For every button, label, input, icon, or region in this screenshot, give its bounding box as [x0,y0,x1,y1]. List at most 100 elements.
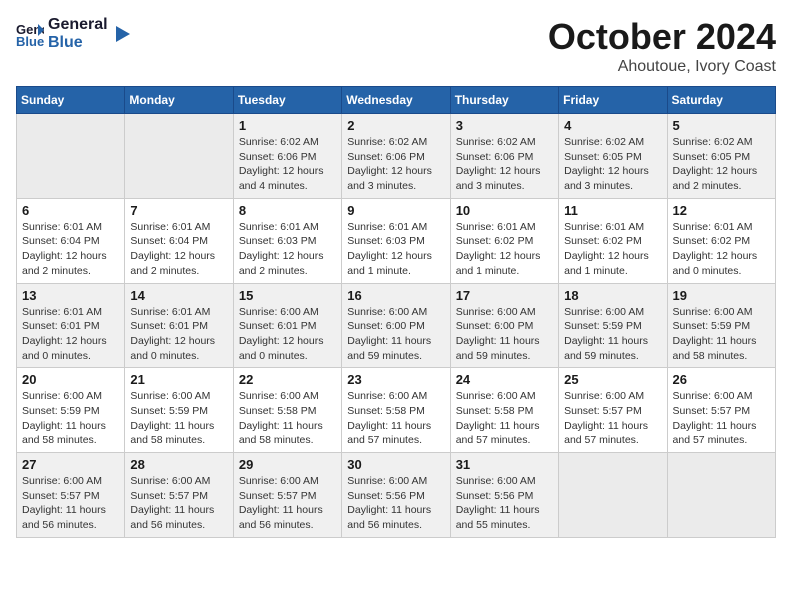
page-header: General Blue General Blue October 2024 A… [16,16,776,76]
day-detail: Sunrise: 6:01 AM Sunset: 6:03 PM Dayligh… [239,220,336,279]
header-cell-thursday: Thursday [450,87,558,114]
day-detail: Sunrise: 6:01 AM Sunset: 6:02 PM Dayligh… [456,220,553,279]
day-number: 10 [456,203,553,218]
day-number: 2 [347,118,444,133]
calendar-cell [559,453,667,538]
day-detail: Sunrise: 6:00 AM Sunset: 5:58 PM Dayligh… [239,389,336,448]
day-detail: Sunrise: 6:02 AM Sunset: 6:05 PM Dayligh… [673,135,770,194]
day-number: 22 [239,372,336,387]
calendar-cell: 27Sunrise: 6:00 AM Sunset: 5:57 PM Dayli… [17,453,125,538]
logo-general: General [48,16,108,34]
day-detail: Sunrise: 6:00 AM Sunset: 5:57 PM Dayligh… [22,474,119,533]
day-number: 13 [22,288,119,303]
day-detail: Sunrise: 6:00 AM Sunset: 5:59 PM Dayligh… [673,305,770,364]
calendar-cell: 28 Sunrise: 6:00 AM Sunset: 5:57 PM Dayli… [125,453,233,538]
calendar-cell: 10 Sunrise: 6:01 AM Sunset: 6:02 PM Dayli… [450,198,558,283]
day-detail: Sunrise: 6:01 AM Sunset: 6:01 PM Dayligh… [130,305,227,364]
day-number: 26 [673,372,770,387]
calendar-cell: 16 Sunrise: 6:00 AM Sunset: 6:00 PM Dayli… [342,283,450,368]
calendar-cell: 7 Sunrise: 6:01 AM Sunset: 6:04 PM Daylig… [125,198,233,283]
calendar-cell [667,453,775,538]
day-number: 23 [347,372,444,387]
calendar-cell: 4Sunrise: 6:02 AM Sunset: 6:05 PM Daylig… [559,114,667,199]
calendar-week-3: 13 Sunrise: 6:01 AM Sunset: 6:01 PM Dayli… [17,283,776,368]
calendar-week-5: 27Sunrise: 6:00 AM Sunset: 5:57 PM Dayli… [17,453,776,538]
day-number: 17 [456,288,553,303]
header-cell-monday: Monday [125,87,233,114]
day-number: 31 [456,457,553,472]
day-detail: Sunrise: 6:01 AM Sunset: 6:04 PM Dayligh… [22,220,119,279]
header-cell-sunday: Sunday [17,87,125,114]
day-detail: Sunrise: 6:00 AM Sunset: 5:58 PM Dayligh… [347,389,444,448]
calendar-cell: 17 Sunrise: 6:00 AM Sunset: 6:00 PM Dayli… [450,283,558,368]
day-detail: Sunrise: 6:00 AM Sunset: 5:57 PM Dayligh… [564,389,661,448]
day-number: 29 [239,457,336,472]
header-cell-tuesday: Tuesday [233,87,341,114]
location-title: Ahoutoue, Ivory Coast [548,58,776,76]
svg-text:Blue: Blue [16,34,44,48]
calendar-cell: 19 Sunrise: 6:00 AM Sunset: 5:59 PM Dayli… [667,283,775,368]
calendar-cell: 3Sunrise: 6:02 AM Sunset: 6:06 PM Daylig… [450,114,558,199]
day-detail: Sunrise: 6:00 AM Sunset: 6:01 PM Dayligh… [239,305,336,364]
calendar-cell: 18 Sunrise: 6:00 AM Sunset: 5:59 PM Dayli… [559,283,667,368]
calendar-cell: 22 Sunrise: 6:00 AM Sunset: 5:58 PM Dayli… [233,368,341,453]
day-number: 15 [239,288,336,303]
day-number: 30 [347,457,444,472]
logo-blue: Blue [48,34,108,52]
day-detail: Sunrise: 6:00 AM Sunset: 6:00 PM Dayligh… [456,305,553,364]
calendar-cell: 12Sunrise: 6:01 AM Sunset: 6:02 PM Dayli… [667,198,775,283]
calendar-cell: 5 Sunrise: 6:02 AM Sunset: 6:05 PM Daylig… [667,114,775,199]
calendar-cell: 30Sunrise: 6:00 AM Sunset: 5:56 PM Dayli… [342,453,450,538]
day-detail: Sunrise: 6:00 AM Sunset: 5:59 PM Dayligh… [130,389,227,448]
calendar-cell: 6Sunrise: 6:01 AM Sunset: 6:04 PM Daylig… [17,198,125,283]
day-number: 5 [673,118,770,133]
calendar-cell: 15 Sunrise: 6:00 AM Sunset: 6:01 PM Dayli… [233,283,341,368]
day-number: 18 [564,288,661,303]
calendar-cell: 14 Sunrise: 6:01 AM Sunset: 6:01 PM Dayli… [125,283,233,368]
calendar-header: SundayMondayTuesdayWednesdayThursdayFrid… [17,87,776,114]
day-number: 7 [130,203,227,218]
calendar-cell: 11Sunrise: 6:01 AM Sunset: 6:02 PM Dayli… [559,198,667,283]
day-detail: Sunrise: 6:00 AM Sunset: 5:57 PM Dayligh… [239,474,336,533]
header-cell-saturday: Saturday [667,87,775,114]
month-title: October 2024 [548,16,776,58]
day-detail: Sunrise: 6:01 AM Sunset: 6:02 PM Dayligh… [564,220,661,279]
calendar-cell: 23 Sunrise: 6:00 AM Sunset: 5:58 PM Dayli… [342,368,450,453]
header-cell-friday: Friday [559,87,667,114]
calendar-cell: 8 Sunrise: 6:01 AM Sunset: 6:03 PM Daylig… [233,198,341,283]
header-cell-wednesday: Wednesday [342,87,450,114]
day-number: 1 [239,118,336,133]
day-number: 8 [239,203,336,218]
calendar-cell: 2Sunrise: 6:02 AM Sunset: 6:06 PM Daylig… [342,114,450,199]
day-number: 21 [130,372,227,387]
calendar-week-1: 1 Sunrise: 6:02 AM Sunset: 6:06 PM Daylig… [17,114,776,199]
day-detail: Sunrise: 6:02 AM Sunset: 6:06 PM Dayligh… [456,135,553,194]
logo-icon: General Blue [16,20,44,48]
day-number: 19 [673,288,770,303]
day-detail: Sunrise: 6:02 AM Sunset: 6:05 PM Dayligh… [564,135,661,194]
title-block: October 2024 Ahoutoue, Ivory Coast [548,16,776,76]
day-detail: Sunrise: 6:00 AM Sunset: 5:59 PM Dayligh… [564,305,661,364]
day-detail: Sunrise: 6:01 AM Sunset: 6:04 PM Dayligh… [130,220,227,279]
day-number: 9 [347,203,444,218]
calendar-cell: 29 Sunrise: 6:00 AM Sunset: 5:57 PM Dayli… [233,453,341,538]
header-row: SundayMondayTuesdayWednesdayThursdayFrid… [17,87,776,114]
day-detail: Sunrise: 6:00 AM Sunset: 6:00 PM Dayligh… [347,305,444,364]
calendar-cell: 20Sunrise: 6:00 AM Sunset: 5:59 PM Dayli… [17,368,125,453]
day-detail: Sunrise: 6:00 AM Sunset: 5:56 PM Dayligh… [456,474,553,533]
day-number: 14 [130,288,227,303]
day-number: 28 [130,457,227,472]
day-detail: Sunrise: 6:01 AM Sunset: 6:03 PM Dayligh… [347,220,444,279]
calendar-cell: 25Sunrise: 6:00 AM Sunset: 5:57 PM Dayli… [559,368,667,453]
day-number: 16 [347,288,444,303]
calendar-cell: 24Sunrise: 6:00 AM Sunset: 5:58 PM Dayli… [450,368,558,453]
calendar-cell [125,114,233,199]
day-detail: Sunrise: 6:00 AM Sunset: 5:58 PM Dayligh… [456,389,553,448]
calendar-week-4: 20Sunrise: 6:00 AM Sunset: 5:59 PM Dayli… [17,368,776,453]
calendar-cell: 26 Sunrise: 6:00 AM Sunset: 5:57 PM Dayli… [667,368,775,453]
calendar-table: SundayMondayTuesdayWednesdayThursdayFrid… [16,86,776,538]
day-detail: Sunrise: 6:00 AM Sunset: 5:57 PM Dayligh… [130,474,227,533]
calendar-cell: 21 Sunrise: 6:00 AM Sunset: 5:59 PM Dayli… [125,368,233,453]
logo-arrow-icon [112,24,132,44]
day-detail: Sunrise: 6:00 AM Sunset: 5:57 PM Dayligh… [673,389,770,448]
